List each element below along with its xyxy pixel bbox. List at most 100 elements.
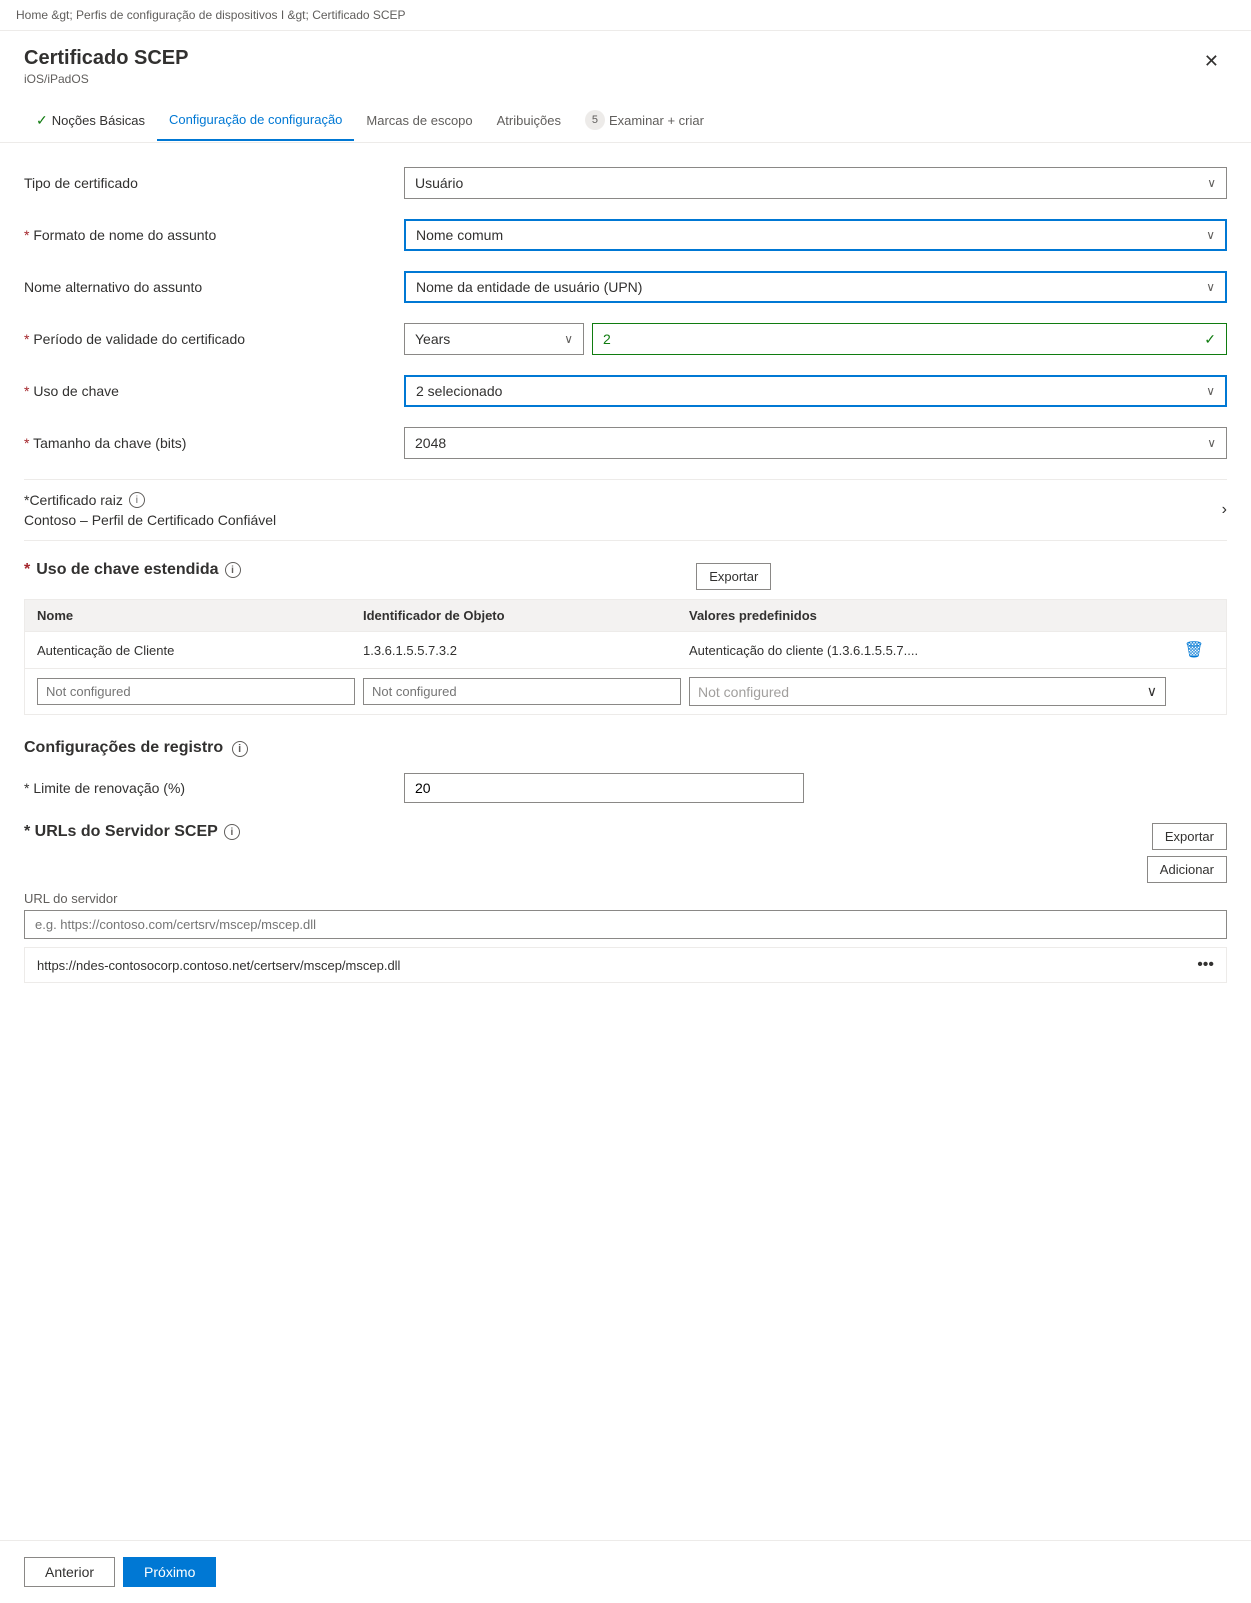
col-action-header [1174, 608, 1214, 623]
breadcrumb-current: Certificado SCEP [312, 8, 405, 22]
renewal-row: * Limite de renovação (%) [24, 773, 1227, 803]
export-button[interactable]: Exportar [696, 563, 771, 590]
scep-header: * URLs do Servidor SCEP i Exportar Adici… [24, 823, 1227, 883]
footer: Anterior Próximo [0, 1540, 1251, 1603]
key-size-dropdown[interactable]: 2048 ∨ [404, 427, 1227, 459]
row-name: Autenticação de Cliente [37, 643, 355, 658]
scep-add-button[interactable]: Adicionar [1147, 856, 1227, 883]
url-label: URL do servidor [24, 891, 1227, 906]
col-predefined-header: Valores predefinidos [689, 608, 1166, 623]
extended-key-table: Nome Identificador de Objeto Valores pre… [24, 599, 1227, 715]
validity-inline-group: Years ∨ 2 ✓ [404, 323, 1227, 355]
chevron-right-icon[interactable]: › [1222, 501, 1227, 519]
wizard-step-scope[interactable]: Marcas de escopo [354, 105, 484, 140]
close-button[interactable]: ✕ [1196, 47, 1227, 76]
cert-type-label: Tipo de certificado [24, 175, 404, 191]
panel-title: Certificado SCEP [24, 47, 188, 70]
wizard-step-basics-label: Noções Básicas [52, 113, 145, 128]
wizard-step-assign[interactable]: Atribuições [485, 105, 573, 140]
back-button[interactable]: Anterior [24, 1557, 115, 1587]
info-icon[interactable]: i [232, 741, 248, 757]
cert-type-control: Usuário ∨ [404, 167, 1227, 199]
info-icon[interactable]: i [224, 824, 240, 840]
subject-alt-row: Nome alternativo do assunto Nome da enti… [24, 271, 1227, 303]
subject-name-value: Nome comum [416, 227, 503, 243]
wizard-step-config-label: Configuração de configuração [169, 112, 342, 127]
col-name-header: Nome [37, 608, 355, 623]
key-usage-row: Uso de chave 2 selecionado ∨ [24, 375, 1227, 407]
validity-value-input[interactable]: 2 ✓ [592, 323, 1227, 355]
root-cert-label: *Certificado raiz [24, 492, 123, 508]
extended-key-title: * Uso de chave estendida i [24, 561, 241, 579]
chevron-down-icon: ∨ [1206, 228, 1215, 242]
info-icon[interactable]: i [129, 492, 145, 508]
subject-name-dropdown[interactable]: Nome comum ∨ [404, 219, 1227, 251]
key-usage-label: Uso de chave [24, 383, 404, 399]
col-oid-header: Identificador de Objeto [363, 608, 681, 623]
extended-key-usage-section: * Uso de chave estendida i Exportar Nome… [24, 561, 1227, 715]
extended-key-header: * Uso de chave estendida i Exportar [24, 561, 1227, 591]
panel-subtitle: iOS/iPadOS [24, 72, 188, 86]
wizard-step-config[interactable]: Configuração de configuração [157, 104, 354, 141]
delete-row-icon[interactable]: 🗑 [1174, 640, 1214, 660]
scep-title: * URLs do Servidor SCEP i [24, 823, 240, 841]
info-icon[interactable]: i [225, 562, 241, 578]
wizard-step-review-label: Examinar + criar [609, 113, 704, 128]
url-input[interactable] [24, 910, 1227, 939]
wizard-step-basics[interactable]: ✓ Noções Básicas [24, 104, 157, 141]
scep-section: * URLs do Servidor SCEP i Exportar Adici… [24, 823, 1227, 983]
extended-key-title-text: Uso de chave estendida [36, 561, 218, 579]
breadcrumb-home[interactable]: Home &gt; [16, 8, 73, 22]
chevron-down-icon: ∨ [1207, 176, 1216, 190]
panel-header: Certificado SCEP iOS/iPadOS ✕ [0, 31, 1251, 94]
subject-name-row: Formato de nome do assunto Nome comum ∨ [24, 219, 1227, 251]
oid-input[interactable] [363, 678, 681, 705]
subject-alt-control: Nome da entidade de usuário (UPN) ∨ [404, 271, 1227, 303]
wizard-step-assign-label: Atribuições [497, 113, 561, 128]
key-size-row: Tamanho da chave (bits) 2048 ∨ [24, 427, 1227, 459]
breadcrumb: Home &gt; Perfis de configuração de disp… [0, 0, 1251, 31]
scep-actions: Exportar Adicionar [1147, 823, 1227, 883]
key-usage-dropdown[interactable]: 2 selecionado ∨ [404, 375, 1227, 407]
key-usage-value: 2 selecionado [416, 383, 502, 399]
check-icon: ✓ [1204, 331, 1216, 348]
url-entry-row: https://ndes-contosocorp.contoso.net/cer… [24, 947, 1227, 983]
subject-alt-value: Nome da entidade de usuário (UPN) [416, 279, 642, 295]
url-entry-text: https://ndes-contosocorp.contoso.net/cer… [37, 958, 400, 973]
next-button[interactable]: Próximo [123, 1557, 216, 1587]
breadcrumb-profiles[interactable]: Perfis de configuração de dispositivos I… [76, 8, 309, 22]
row-predefined: Autenticação do cliente (1.3.6.1.5.5.7..… [689, 643, 1166, 658]
subject-alt-dropdown[interactable]: Nome da entidade de usuário (UPN) ∨ [404, 271, 1227, 303]
reg-section-title: Configurações de registro i [24, 739, 1227, 757]
url-entry-ellipsis[interactable]: ••• [1197, 956, 1214, 974]
root-cert-row: *Certificado raiz i Contoso – Perfil de … [24, 479, 1227, 541]
chevron-down-icon: ∨ [1206, 384, 1215, 398]
subject-name-label: Formato de nome do assunto [24, 227, 404, 243]
root-cert-title: *Certificado raiz i [24, 492, 276, 508]
renewal-input[interactable] [404, 773, 804, 803]
chevron-down-icon: ∨ [1206, 280, 1215, 294]
name-input[interactable] [37, 678, 355, 705]
chevron-down-icon: ∨ [564, 332, 573, 346]
row-oid: 1.3.6.1.5.5.7.3.2 [363, 643, 681, 658]
step-num-badge: 5 [585, 110, 605, 130]
scep-title-text: * URLs do Servidor SCEP [24, 823, 218, 841]
check-icon: ✓ [36, 112, 48, 129]
scep-export-button[interactable]: Exportar [1152, 823, 1227, 850]
wizard-step-review[interactable]: 5 Examinar + criar [573, 102, 716, 142]
table-header-row: Nome Identificador de Objeto Valores pre… [25, 600, 1226, 631]
key-usage-control: 2 selecionado ∨ [404, 375, 1227, 407]
predefined-dropdown[interactable]: Not configured ∨ [689, 677, 1166, 706]
cert-type-dropdown[interactable]: Usuário ∨ [404, 167, 1227, 199]
wizard-step-scope-label: Marcas de escopo [366, 113, 472, 128]
validity-period-control: Years ∨ 2 ✓ [404, 323, 1227, 355]
registration-section: Configurações de registro i * Limite de … [24, 739, 1227, 803]
key-size-control: 2048 ∨ [404, 427, 1227, 459]
wizard-navigation: ✓ Noções Básicas Configuração de configu… [0, 94, 1251, 143]
content-area: Tipo de certificado Usuário ∨ Formato de… [0, 143, 1251, 1540]
key-size-value: 2048 [415, 435, 446, 451]
cert-type-value: Usuário [415, 175, 463, 191]
table-input-row: Not configured ∨ [25, 668, 1226, 714]
validity-unit-dropdown[interactable]: Years ∨ [404, 323, 584, 355]
table-row: Autenticação de Cliente 1.3.6.1.5.5.7.3.… [25, 631, 1226, 668]
